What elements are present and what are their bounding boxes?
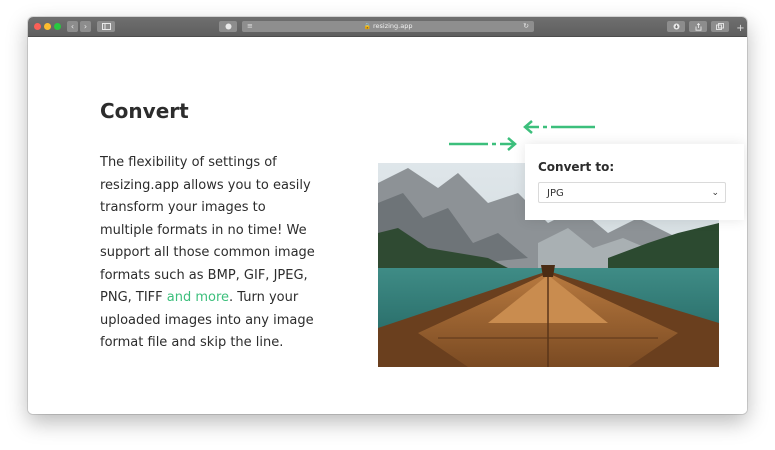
sidebar-button[interactable] xyxy=(97,21,115,32)
chevron-down-icon: ⌄ xyxy=(711,188,719,198)
section-title: Convert xyxy=(100,99,189,123)
chevron-left-icon: ‹ xyxy=(70,22,75,31)
back-button[interactable]: ‹ xyxy=(67,21,78,32)
arrow-left-icon xyxy=(523,120,595,134)
selected-format: JPG xyxy=(547,188,564,199)
zoom-window-button[interactable] xyxy=(54,23,61,30)
plus-icon: + xyxy=(736,23,745,34)
section-description: The flexibility of settings of resizing.… xyxy=(100,152,320,355)
description-text-start: The flexibility of settings of resizing.… xyxy=(100,155,315,305)
browser-toolbar: ‹ › ≡ 🔒 resizing.app ↻ + xyxy=(28,17,747,37)
sidebar-icon xyxy=(101,23,111,30)
share-button[interactable] xyxy=(689,21,707,32)
address-bar[interactable]: ≡ 🔒 resizing.app ↻ xyxy=(242,21,534,32)
shield-icon xyxy=(225,23,231,30)
forward-button[interactable]: › xyxy=(80,21,91,32)
close-window-button[interactable] xyxy=(34,23,41,30)
url-text: resizing.app xyxy=(372,22,413,30)
browser-window: ‹ › ≡ 🔒 resizing.app ↻ + Convert The flex… xyxy=(28,17,747,414)
chevron-right-icon: › xyxy=(83,22,88,31)
new-tab-button[interactable]: + xyxy=(734,22,747,36)
page-content: Convert The flexibility of settings of r… xyxy=(28,37,747,414)
download-button[interactable] xyxy=(667,21,685,32)
convert-to-label: Convert to: xyxy=(538,160,615,174)
tabs-icon xyxy=(716,23,724,30)
format-select[interactable]: JPG ⌄ xyxy=(538,182,726,203)
convert-panel: Convert to: JPG ⌄ xyxy=(525,144,744,220)
minimize-window-button[interactable] xyxy=(44,23,51,30)
arrow-right-icon xyxy=(449,137,517,151)
more-formats-link[interactable]: and more xyxy=(167,290,229,305)
reload-icon[interactable]: ↻ xyxy=(523,21,529,32)
tabs-overview-button[interactable] xyxy=(711,21,729,32)
share-icon xyxy=(695,22,701,31)
url-display: 🔒 resizing.app xyxy=(242,21,534,32)
privacy-report-button[interactable] xyxy=(219,21,237,32)
download-icon xyxy=(673,23,679,30)
lock-icon: 🔒 xyxy=(363,23,371,30)
